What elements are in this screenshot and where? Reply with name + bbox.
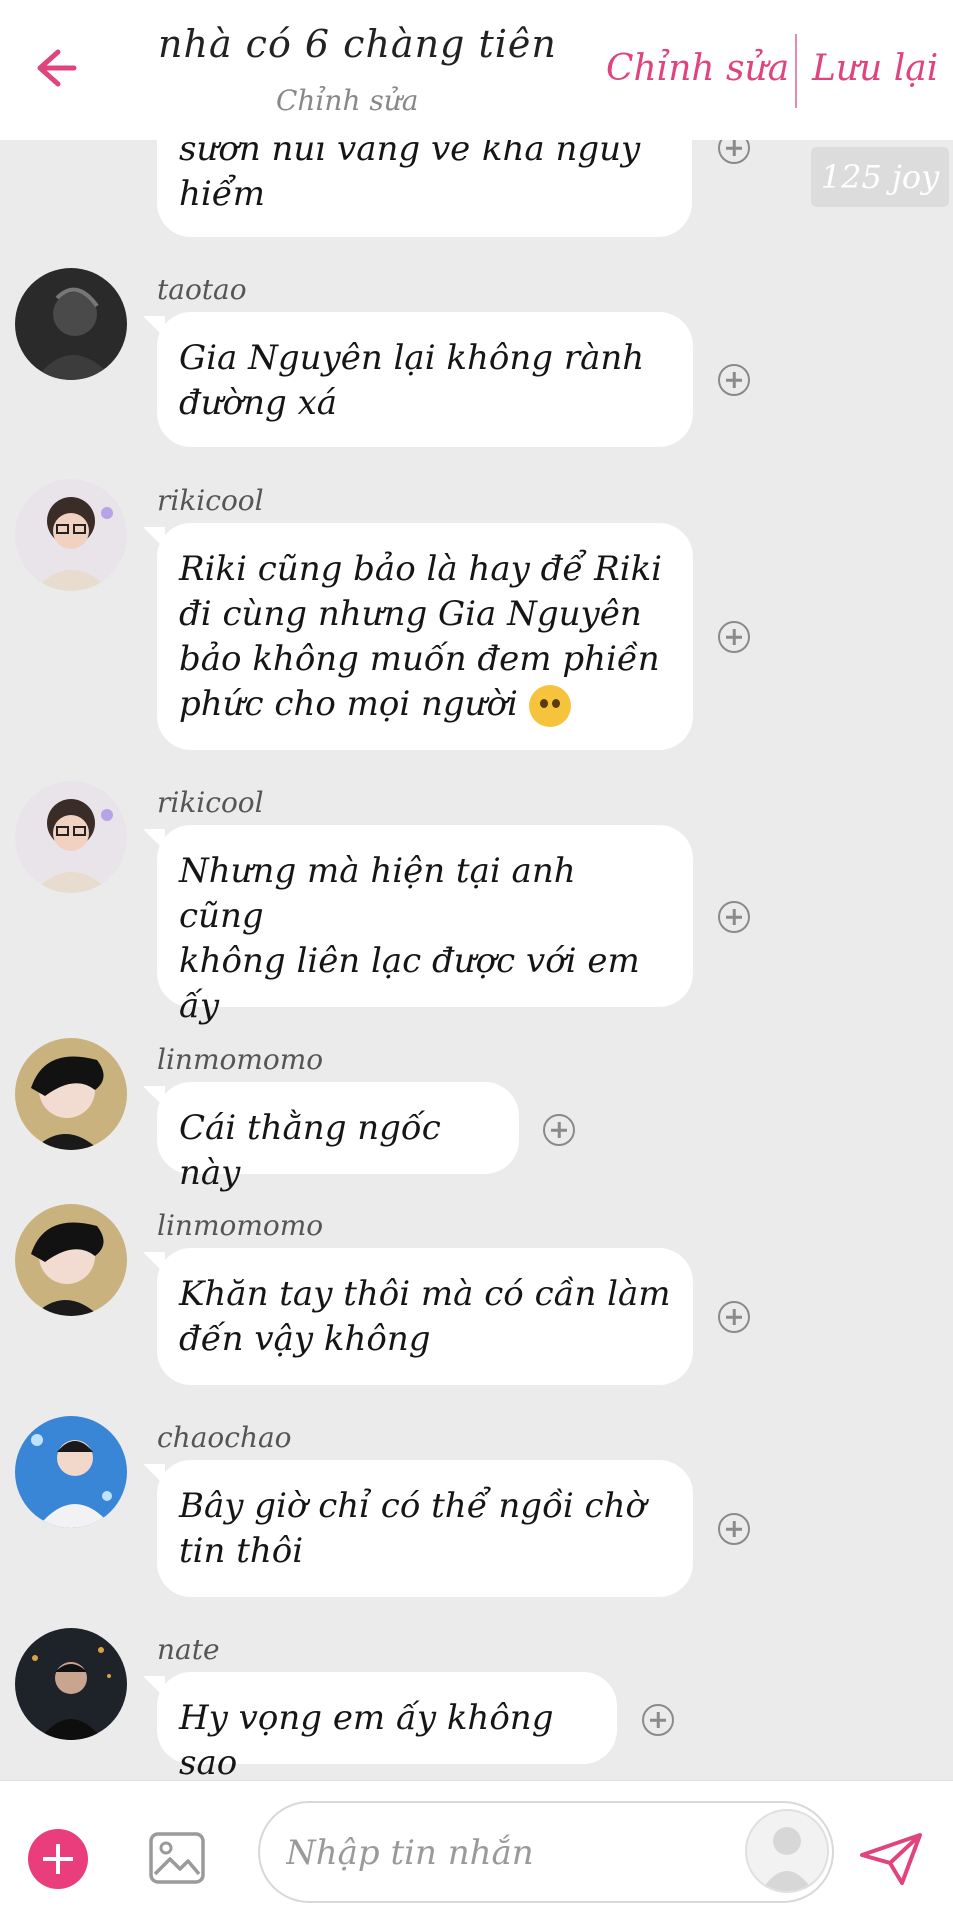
message-line-text: phức cho mọi người — [179, 684, 518, 724]
message-bubble: Nhưng mà hiện tại anh cũng không liên lạ… — [143, 825, 693, 1026]
username: linmomomo — [157, 1043, 324, 1076]
header-bar: nhà có 6 chàng tiên Chỉnh sửa Chỉnh sửa … — [0, 0, 953, 140]
chat-screen: nhà có 6 chàng tiên Chỉnh sửa Chỉnh sửa … — [0, 0, 953, 1920]
add-reaction-icon[interactable] — [543, 1114, 575, 1146]
message-line: Gia Nguyên lại không rành — [179, 338, 645, 378]
avatar[interactable] — [15, 1628, 127, 1740]
message-bubble: Bây giờ chỉ có thể ngồi chờ tin thôi — [143, 1460, 693, 1597]
message-line: tin thôi — [179, 1531, 304, 1571]
message-input[interactable] — [284, 1827, 728, 1879]
pleading-face-emoji-icon — [528, 685, 571, 727]
message-bubble: Gia Nguyên lại không rành đường xá — [143, 312, 693, 447]
message-line: phức cho mọi người — [179, 682, 671, 727]
username: taotao — [157, 273, 247, 306]
message-bubble: Khăn tay thôi mà có cần làm đến vậy khôn… — [143, 1248, 693, 1385]
send-icon[interactable] — [858, 1831, 924, 1887]
message-line: đi cùng nhưng Gia Nguyên — [179, 594, 642, 634]
composer-bar — [0, 1780, 953, 1920]
message-bubble: Hy vọng em ấy không sao — [143, 1672, 617, 1783]
username: chaochao — [157, 1421, 292, 1454]
arrow-left-icon[interactable] — [28, 40, 84, 96]
joy-badge: 125 joy — [811, 147, 949, 207]
message-line: bảo không muốn đem phiền — [179, 639, 660, 679]
image-icon[interactable] — [148, 1829, 206, 1887]
avatar-sticker-icon[interactable] — [745, 1809, 829, 1893]
avatar[interactable] — [15, 1416, 127, 1528]
message-bubble: Riki cũng bảo là hay để Riki đi cùng như… — [143, 523, 693, 750]
add-reaction-icon[interactable] — [718, 364, 750, 396]
add-reaction-icon[interactable] — [718, 901, 750, 933]
avatar[interactable] — [15, 268, 127, 380]
message-line: hiểm — [179, 174, 265, 214]
save-button[interactable]: Lưu lại — [812, 48, 938, 89]
message-input-container — [258, 1801, 834, 1903]
message-line: Riki cũng bảo là hay để Riki — [179, 549, 663, 589]
message-line: đến vậy không — [179, 1319, 431, 1359]
chat-title: nhà có 6 chàng tiên — [158, 22, 557, 66]
message-line: Nhưng mà hiện tại anh cũng — [179, 851, 576, 936]
add-reaction-icon[interactable] — [642, 1704, 674, 1736]
add-reaction-icon[interactable] — [718, 1301, 750, 1333]
username: rikicool — [157, 786, 264, 819]
avatar[interactable] — [15, 479, 127, 591]
username: rikicool — [157, 484, 264, 517]
add-reaction-icon[interactable] — [718, 1513, 750, 1545]
edit-button[interactable]: Chỉnh sửa — [606, 48, 789, 89]
header-divider — [795, 34, 797, 108]
message-line: Hy vọng em ấy không sao — [179, 1698, 554, 1783]
plus-circle-icon[interactable] — [28, 1829, 88, 1889]
message-line: không liên lạc được với em — [179, 941, 640, 981]
message-line: ấy — [179, 986, 220, 1026]
add-reaction-icon[interactable] — [718, 621, 750, 653]
avatar[interactable] — [15, 1038, 127, 1150]
username: nate — [157, 1633, 220, 1666]
message-line: Khăn tay thôi mà có cần làm — [179, 1274, 671, 1314]
chat-subtitle: Chỉnh sửa — [276, 84, 419, 117]
message-line: đường xá — [179, 383, 338, 423]
message-line: Bây giờ chỉ có thể ngồi chờ — [179, 1486, 646, 1526]
username: linmomomo — [157, 1209, 324, 1242]
message-line: Cái thằng ngốc này — [179, 1108, 441, 1193]
avatar[interactable] — [15, 1204, 127, 1316]
message-bubble: Cái thằng ngốc này — [143, 1082, 519, 1193]
avatar[interactable] — [15, 781, 127, 893]
